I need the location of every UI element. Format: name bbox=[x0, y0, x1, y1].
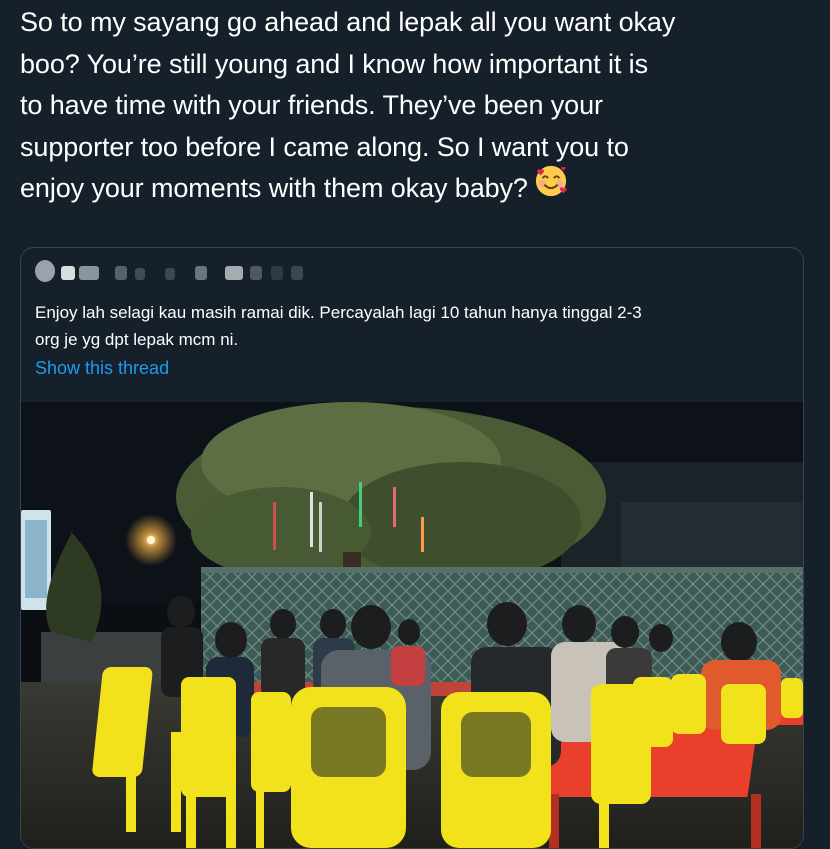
quoted-tweet-line-1: Enjoy lah selagi kau masih ramai dik. Pe… bbox=[35, 303, 642, 322]
redacted-name-block bbox=[250, 266, 262, 280]
redacted-name-block bbox=[61, 266, 75, 280]
redacted-name-block bbox=[115, 266, 127, 280]
tweet-line-3: to have time with your friends. They’ve … bbox=[20, 90, 603, 120]
tweet-line-5-text: enjoy your moments with them okay baby? bbox=[20, 173, 528, 203]
quoted-tweet[interactable]: Enjoy lah selagi kau masih ramai dik. Pe… bbox=[20, 247, 804, 849]
tweet-line-4: supporter too before I came along. So I … bbox=[20, 131, 629, 162]
redacted-name-block bbox=[79, 266, 99, 280]
quoted-tweet-author-redacted bbox=[35, 260, 335, 284]
redacted-name-block bbox=[165, 268, 175, 280]
show-this-thread-link[interactable]: Show this thread bbox=[35, 358, 169, 379]
quoted-tweet-line-2: org je yg dpt lepak mcm ni. bbox=[35, 330, 239, 349]
quoted-tweet-text: Enjoy lah selagi kau masih ramai dik. Pe… bbox=[35, 299, 795, 353]
tweet-text: So to my sayang go ahead and lepak all y… bbox=[20, 2, 820, 210]
redacted-name-block bbox=[271, 266, 283, 280]
redacted-name-block bbox=[225, 266, 243, 280]
redacted-name-block bbox=[135, 268, 145, 280]
avatar bbox=[35, 260, 55, 282]
night-gathering-photo bbox=[21, 402, 803, 848]
tweet-line-5: enjoy your moments with them okay baby? bbox=[20, 165, 820, 210]
redacted-name-block bbox=[195, 266, 207, 280]
tweet-line-2: boo? You’re still young and I know how i… bbox=[20, 48, 648, 79]
tweet-line-1: So to my sayang go ahead and lepak all y… bbox=[20, 7, 676, 37]
redacted-name-block bbox=[291, 266, 303, 280]
quoted-tweet-photo[interactable] bbox=[21, 402, 803, 848]
smiling-face-with-hearts-icon bbox=[534, 164, 568, 211]
